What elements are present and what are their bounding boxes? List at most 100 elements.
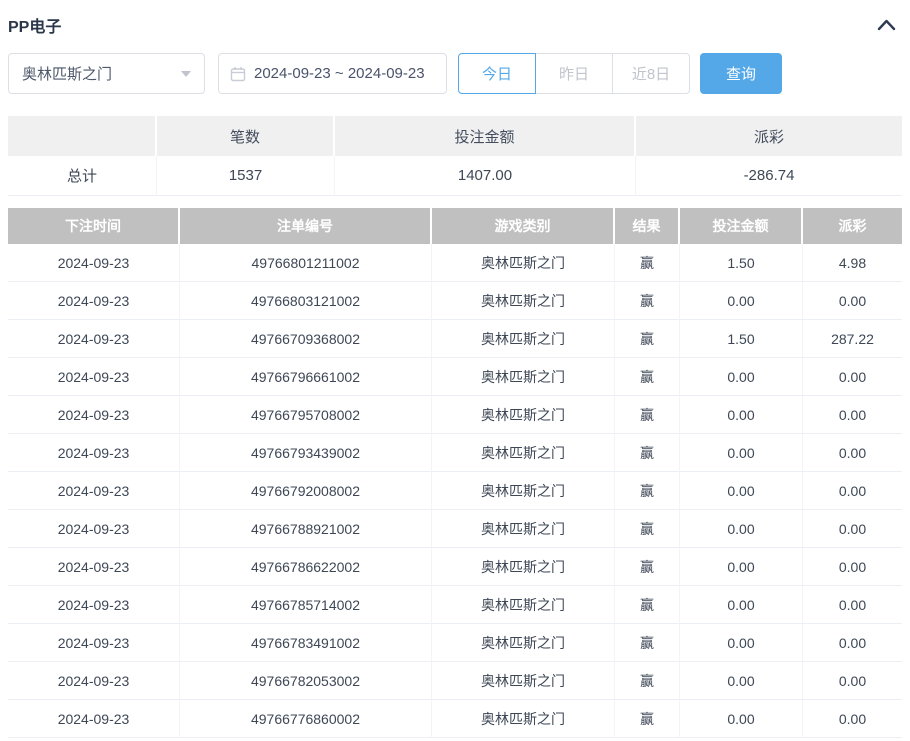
yesterday-button[interactable]: 昨日 <box>535 53 613 94</box>
summary-total-label: 总计 <box>8 156 157 196</box>
cell-bet-time: 2024-09-23 <box>8 358 180 396</box>
cell-order-id: 49766786622002 <box>180 548 432 586</box>
cell-result: 赢 <box>615 434 680 472</box>
cell-result: 赢 <box>615 320 680 358</box>
cell-payout: 0.00 <box>803 434 902 472</box>
cell-payout: 0.00 <box>803 624 902 662</box>
cell-payout: 0.00 <box>803 358 902 396</box>
cell-game-type: 奥林匹斯之门 <box>432 586 615 624</box>
bet-table-header-row: 下注时间 注单编号 游戏类别 结果 投注金额 派彩 <box>8 208 902 244</box>
cell-bet-time: 2024-09-23 <box>8 282 180 320</box>
cell-order-id: 49766795708002 <box>180 396 432 434</box>
cell-bet-time: 2024-09-23 <box>8 244 180 282</box>
date-range-value: 2024-09-23 ~ 2024-09-23 <box>254 65 425 82</box>
cell-order-id: 49766785714002 <box>180 586 432 624</box>
summary-total-payout: -286.74 <box>636 156 902 196</box>
cell-bet-time: 2024-09-23 <box>8 586 180 624</box>
cell-order-id: 49766776860002 <box>180 700 432 738</box>
cell-order-id: 49766709368002 <box>180 320 432 358</box>
table-row: 2024-09-2349766785714002奥林匹斯之门赢0.000.00 <box>8 586 902 624</box>
date-quick-buttons: 今日 昨日 近8日 <box>458 53 690 94</box>
cell-game-type: 奥林匹斯之门 <box>432 472 615 510</box>
cell-result: 赢 <box>615 510 680 548</box>
summary-header-count: 笔数 <box>157 116 335 156</box>
cell-bet-amount: 1.50 <box>680 244 803 282</box>
chevron-up-icon <box>877 19 896 34</box>
today-button[interactable]: 今日 <box>458 53 536 94</box>
calendar-icon <box>230 66 246 82</box>
cell-order-id: 49766801211002 <box>180 244 432 282</box>
cell-bet-time: 2024-09-23 <box>8 396 180 434</box>
cell-bet-time: 2024-09-23 <box>8 624 180 662</box>
game-select-value: 奥林匹斯之门 <box>22 63 112 84</box>
table-row: 2024-09-2349766796661002奥林匹斯之门赢0.000.00 <box>8 358 902 396</box>
game-select[interactable]: 奥林匹斯之门 <box>8 53 205 94</box>
cell-payout: 0.00 <box>803 700 902 738</box>
cell-payout: 0.00 <box>803 586 902 624</box>
cell-result: 赢 <box>615 358 680 396</box>
pp-electronic-panel: PP电子 奥林匹斯之门 2024-09-23 ~ 2024 <box>0 0 910 738</box>
cell-bet-time: 2024-09-23 <box>8 662 180 700</box>
table-row: 2024-09-2349766709368002奥林匹斯之门赢1.50287.2… <box>8 320 902 358</box>
table-row: 2024-09-2349766803121002奥林匹斯之门赢0.000.00 <box>8 282 902 320</box>
table-row: 2024-09-2349766788921002奥林匹斯之门赢0.000.00 <box>8 510 902 548</box>
summary-total-row: 总计 1537 1407.00 -286.74 <box>8 156 902 196</box>
cell-game-type: 奥林匹斯之门 <box>432 244 615 282</box>
table-row: 2024-09-2349766786622002奥林匹斯之门赢0.000.00 <box>8 548 902 586</box>
summary-header-payout: 派彩 <box>636 116 902 156</box>
cell-result: 赢 <box>615 586 680 624</box>
cell-bet-amount: 0.00 <box>680 472 803 510</box>
cell-bet-amount: 0.00 <box>680 358 803 396</box>
header-order-id: 注单编号 <box>180 208 432 244</box>
cell-result: 赢 <box>615 624 680 662</box>
table-row: 2024-09-2349766782053002奥林匹斯之门赢0.000.00 <box>8 662 902 700</box>
cell-result: 赢 <box>615 548 680 586</box>
table-row: 2024-09-2349766792008002奥林匹斯之门赢0.000.00 <box>8 472 902 510</box>
cell-result: 赢 <box>615 700 680 738</box>
collapse-button[interactable] <box>873 17 900 33</box>
cell-bet-amount: 0.00 <box>680 510 803 548</box>
header-game-type: 游戏类别 <box>432 208 615 244</box>
table-row: 2024-09-2349766793439002奥林匹斯之门赢0.000.00 <box>8 434 902 472</box>
cell-payout: 287.22 <box>803 320 902 358</box>
cell-bet-time: 2024-09-23 <box>8 320 180 358</box>
cell-bet-amount: 0.00 <box>680 396 803 434</box>
cell-result: 赢 <box>615 662 680 700</box>
last-8-days-button[interactable]: 近8日 <box>612 53 690 94</box>
cell-game-type: 奥林匹斯之门 <box>432 282 615 320</box>
cell-payout: 0.00 <box>803 662 902 700</box>
cell-order-id: 49766788921002 <box>180 510 432 548</box>
date-range-input[interactable]: 2024-09-23 ~ 2024-09-23 <box>218 53 447 94</box>
cell-bet-time: 2024-09-23 <box>8 548 180 586</box>
cell-bet-amount: 0.00 <box>680 624 803 662</box>
cell-result: 赢 <box>615 282 680 320</box>
cell-game-type: 奥林匹斯之门 <box>432 358 615 396</box>
header-payout: 派彩 <box>803 208 902 244</box>
summary-header-bet-amount: 投注金额 <box>335 116 636 156</box>
cell-bet-amount: 0.00 <box>680 282 803 320</box>
cell-game-type: 奥林匹斯之门 <box>432 662 615 700</box>
table-row: 2024-09-2349766776860002奥林匹斯之门赢0.000.00 <box>8 700 902 738</box>
panel-header: PP电子 <box>8 0 902 46</box>
cell-payout: 4.98 <box>803 244 902 282</box>
cell-game-type: 奥林匹斯之门 <box>432 700 615 738</box>
caret-down-icon <box>181 71 191 77</box>
bet-table-body: 2024-09-2349766801211002奥林匹斯之门赢1.504.982… <box>8 244 902 738</box>
summary-table: 笔数 投注金额 派彩 总计 1537 1407.00 -286.74 <box>8 116 902 196</box>
filter-controls: 奥林匹斯之门 2024-09-23 ~ 2024-09-23 今日 昨日 近8日… <box>8 53 902 94</box>
header-result: 结果 <box>615 208 680 244</box>
cell-bet-amount: 1.50 <box>680 320 803 358</box>
table-row: 2024-09-2349766795708002奥林匹斯之门赢0.000.00 <box>8 396 902 434</box>
cell-bet-time: 2024-09-23 <box>8 434 180 472</box>
summary-total-bet-amount: 1407.00 <box>335 156 636 196</box>
table-row: 2024-09-2349766801211002奥林匹斯之门赢1.504.98 <box>8 244 902 282</box>
cell-bet-amount: 0.00 <box>680 548 803 586</box>
cell-payout: 0.00 <box>803 548 902 586</box>
table-row: 2024-09-2349766783491002奥林匹斯之门赢0.000.00 <box>8 624 902 662</box>
cell-game-type: 奥林匹斯之门 <box>432 396 615 434</box>
cell-bet-amount: 0.00 <box>680 586 803 624</box>
summary-header-row: 笔数 投注金额 派彩 <box>8 116 902 156</box>
query-button[interactable]: 查询 <box>700 53 782 94</box>
panel-title: PP电子 <box>8 13 61 37</box>
cell-bet-amount: 0.00 <box>680 662 803 700</box>
